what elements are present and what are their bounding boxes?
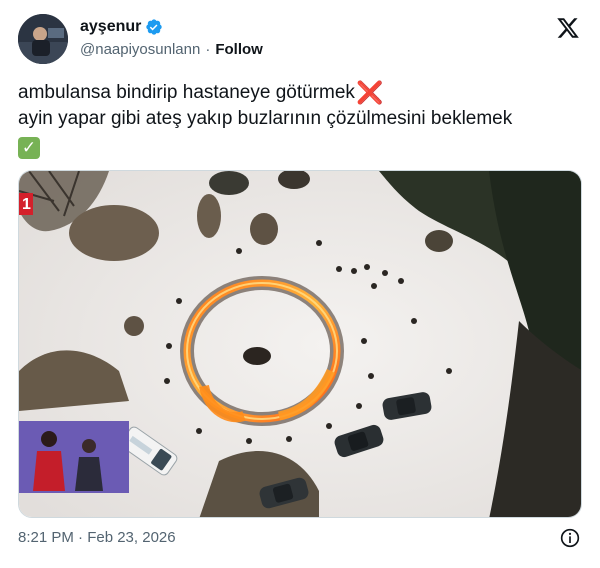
follow-button[interactable]: Follow — [215, 41, 263, 58]
tweet-media-image[interactable]: 1 — [18, 170, 582, 518]
avatar[interactable] — [18, 14, 68, 64]
display-name[interactable]: ayşenur — [80, 18, 141, 36]
cross-mark-emoji: ❌ — [355, 80, 384, 105]
channel-logo-text: 1 — [22, 196, 31, 213]
handle-row: @naapiyosunlann · Follow — [80, 41, 263, 58]
handle[interactable]: @naapiyosunlann — [80, 41, 200, 58]
check-mark-emoji: ✓ — [18, 137, 40, 159]
tweet-header: ayşenur @naapiyosunlann · Follow — [18, 14, 584, 66]
verified-badge-icon — [145, 18, 163, 36]
x-logo-icon[interactable] — [556, 16, 580, 40]
tweet-line-3: ✓ — [18, 132, 584, 159]
tweet-text: ambulansa bindirip hastaneye götürmek❌ a… — [18, 80, 584, 159]
tweet-line-1-text: ambulansa bindirip hastaneye götürmek — [18, 82, 355, 103]
info-icon[interactable] — [560, 528, 580, 548]
timestamp[interactable]: 8:21 PM · Feb 23, 2026 — [18, 529, 176, 546]
name-row: ayşenur — [80, 18, 163, 36]
tweet-line-2: ayin yapar gibi ateş yakıp buzlarının çö… — [18, 108, 513, 129]
separator-dot: · — [205, 41, 211, 58]
tweet-line-1: ambulansa bindirip hastaneye götürmek❌ — [18, 80, 584, 106]
